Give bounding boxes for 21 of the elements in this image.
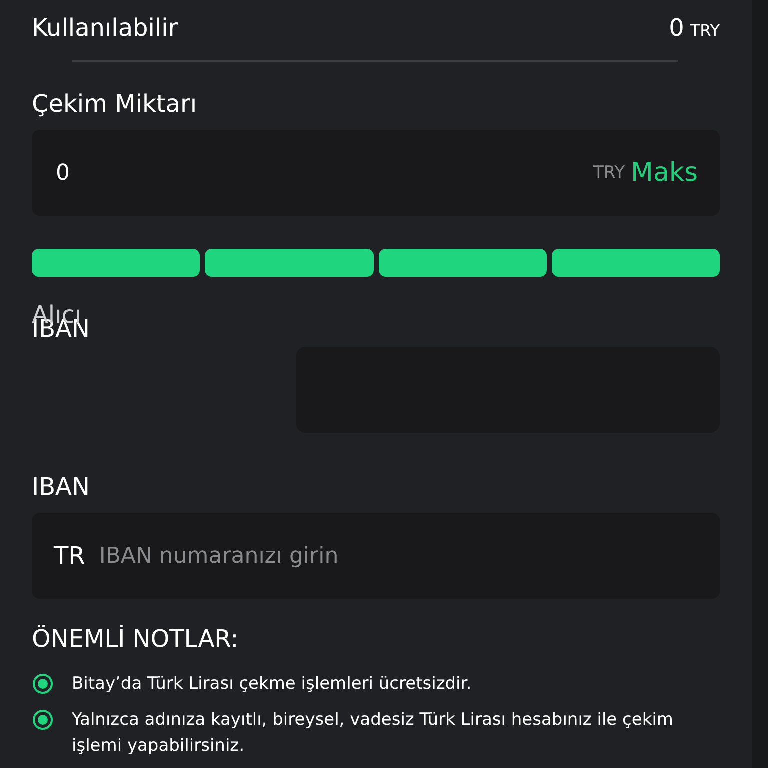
percent-segment[interactable] <box>32 249 200 277</box>
currency-label: TRY <box>594 163 626 183</box>
iban-prefix: TR <box>54 542 86 570</box>
amount-input[interactable]: 0 <box>54 160 594 186</box>
radio-dot-icon <box>32 673 54 695</box>
iban-input[interactable]: IBAN numaranızı girin <box>97 542 698 570</box>
percent-segment[interactable] <box>552 249 720 277</box>
amount-label: Çekim Miktarı <box>32 90 198 118</box>
radio-dot-icon <box>32 709 54 731</box>
iban-field[interactable]: TR IBAN numaranızı girin <box>32 513 720 599</box>
amount-field[interactable]: 0 TRY Maks <box>32 130 720 216</box>
note-text: Yalnızca adınıza kayıtlı, bireysel, vadesiz Türk Lirası hesabınız ile çekim işlemi yapabilirsiniz. <box>72 709 674 758</box>
iban-label: IBAN <box>32 473 90 501</box>
percent-segment[interactable] <box>205 249 374 277</box>
percent-segment[interactable] <box>378 249 547 277</box>
notes-title: ÖNEMLİ NOTLAR: <box>32 625 240 653</box>
available-label: Kullanılabilir <box>32 14 178 42</box>
note-text: Bitay’da Türk Lirası çekme işlemleri ücretsizdir. <box>72 673 472 696</box>
max-button[interactable]: Maks <box>631 158 698 188</box>
currency-label: TRY <box>690 21 720 40</box>
available-amount: 0 <box>669 14 684 42</box>
